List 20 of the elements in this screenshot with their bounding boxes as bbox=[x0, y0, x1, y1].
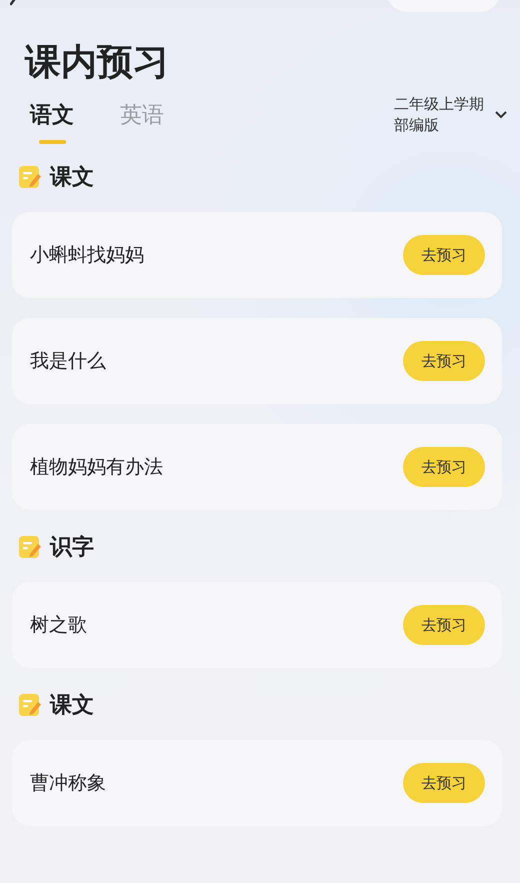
preview-button[interactable]: 去预习 bbox=[403, 447, 485, 487]
chevron-down-icon bbox=[494, 110, 508, 120]
lesson-title: 小蝌蚪找妈妈 bbox=[30, 243, 144, 268]
note-pencil-icon bbox=[18, 693, 42, 717]
lesson-title: 我是什么 bbox=[30, 349, 106, 374]
preview-button[interactable]: 去预习 bbox=[403, 235, 485, 275]
section-title: 课文 bbox=[50, 692, 94, 720]
preview-button[interactable]: 去预习 bbox=[403, 763, 485, 803]
section-title: 识字 bbox=[50, 534, 94, 562]
preview-button[interactable]: 去预习 bbox=[403, 605, 485, 645]
preview-button[interactable]: 去预习 bbox=[403, 341, 485, 381]
grade-selector[interactable]: 二年级上学期 部编版 bbox=[394, 94, 508, 136]
lesson-title: 曹冲称象 bbox=[30, 771, 106, 796]
note-pencil-icon bbox=[18, 535, 42, 559]
section-title: 课文 bbox=[50, 164, 94, 192]
lesson-title: 树之歌 bbox=[30, 613, 87, 638]
lesson-title: 植物妈妈有办法 bbox=[30, 455, 163, 480]
note-pencil-icon bbox=[18, 165, 42, 189]
subject-tab[interactable]: 语文 bbox=[30, 102, 74, 144]
page-title: 课内预习 bbox=[25, 41, 170, 85]
